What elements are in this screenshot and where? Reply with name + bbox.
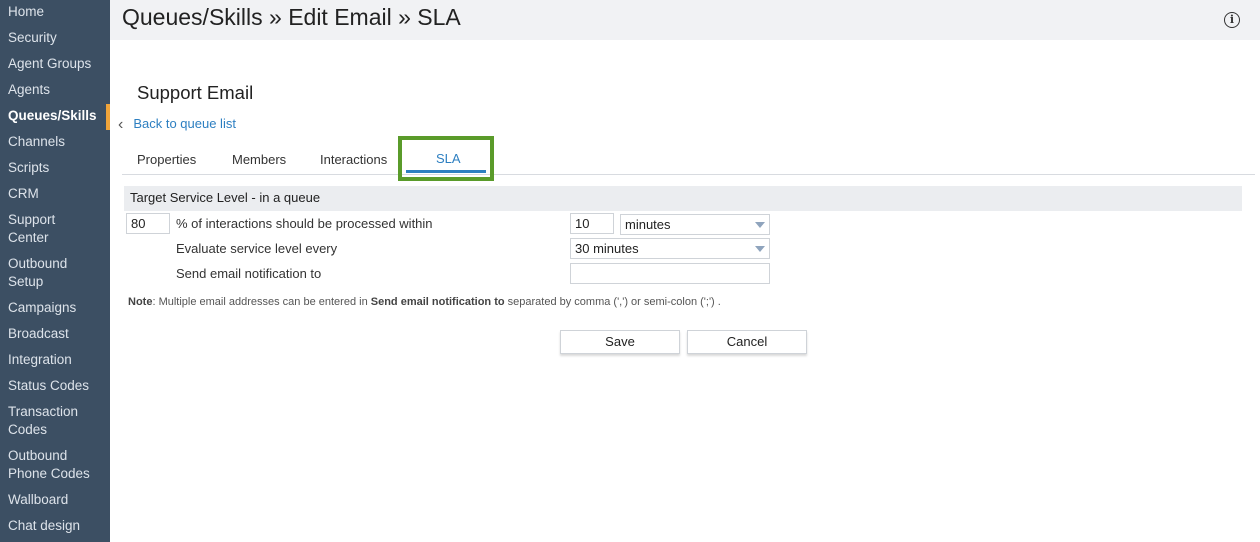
- sidebar-item-queues-skills[interactable]: Queues/Skills: [0, 107, 110, 125]
- chevron-down-icon: [755, 246, 765, 252]
- chevron-left-icon: ‹: [118, 116, 124, 133]
- sidebar-item-agents[interactable]: Agents: [0, 81, 110, 99]
- tab-sla-label: SLA: [436, 151, 461, 166]
- time-unit-select[interactable]: minutes: [620, 214, 770, 235]
- percent-label: % of interactions should be processed wi…: [176, 216, 433, 231]
- tab-sla[interactable]: SLA: [398, 136, 494, 181]
- notify-label: Send email notification to: [176, 266, 322, 281]
- save-button[interactable]: Save: [560, 330, 680, 354]
- sidebar-item-transaction-codes[interactable]: Transaction Codes: [0, 403, 110, 439]
- active-tab-indicator: [406, 170, 486, 173]
- sidebar-item-chat-design[interactable]: Chat design: [0, 517, 110, 535]
- sidebar-item-label: Transaction: [8, 404, 79, 419]
- note-text-part: : Multiple email addresses can be entere…: [152, 296, 371, 308]
- sidebar-item-security[interactable]: Security: [0, 29, 110, 47]
- time-unit-value: minutes: [625, 217, 671, 232]
- time-value-input[interactable]: 10: [570, 213, 614, 234]
- back-to-queue-list-link[interactable]: ‹ Back to queue list: [118, 116, 236, 134]
- evaluate-interval-select[interactable]: 30 minutes: [570, 238, 770, 259]
- sidebar-item-integration[interactable]: Integration: [0, 351, 110, 369]
- note-text: Note: Multiple email addresses can be en…: [128, 296, 721, 308]
- notify-email-input[interactable]: [570, 263, 770, 284]
- section-title: Target Service Level - in a queue: [130, 190, 321, 205]
- sidebar-item-wallboard[interactable]: Wallboard: [0, 491, 110, 509]
- sidebar-item-label: Codes: [8, 422, 48, 437]
- note-text-part: separated by comma (',') or semi-colon (…: [504, 296, 721, 308]
- chevron-down-icon: [755, 222, 765, 228]
- evaluate-label: Evaluate service level every: [176, 241, 338, 256]
- sidebar-item-outbound-phone-codes[interactable]: Outbound Phone Codes: [0, 447, 110, 483]
- cancel-button[interactable]: Cancel: [687, 330, 807, 354]
- note-prefix: Note: [128, 296, 153, 308]
- tab-bar: Properties Members Interactions SLA: [122, 136, 1255, 181]
- tab-interactions[interactable]: Interactions: [320, 152, 387, 167]
- page-title: Queues/Skills » Edit Email » SLA: [122, 4, 461, 30]
- info-icon[interactable]: i: [1224, 12, 1240, 28]
- section-header: Target Service Level - in a queue: [124, 186, 1242, 211]
- tab-properties[interactable]: Properties: [137, 152, 196, 167]
- back-link-label: Back to queue list: [133, 116, 236, 131]
- sidebar-item-outbound-setup[interactable]: Outbound Setup: [0, 255, 110, 291]
- percent-input[interactable]: 80: [126, 213, 170, 234]
- sidebar-item-support-center[interactable]: Support Center: [0, 211, 110, 247]
- sidebar-item-campaigns[interactable]: Campaigns: [0, 299, 110, 317]
- entity-name: Support Email: [137, 82, 254, 103]
- tab-members[interactable]: Members: [232, 152, 286, 167]
- main-content: Support Email ‹ Back to queue list Proper…: [110, 40, 1260, 542]
- sidebar-item-label: Center: [8, 230, 49, 245]
- sidebar-item-label: Outbound: [8, 448, 68, 463]
- evaluate-interval-value: 30 minutes: [575, 241, 639, 256]
- sidebar-item-broadcast[interactable]: Broadcast: [0, 325, 110, 343]
- sidebar-item-status-codes[interactable]: Status Codes: [0, 377, 110, 395]
- sidebar-item-scripts[interactable]: Scripts: [0, 159, 110, 177]
- sidebar-item-home[interactable]: Home: [0, 3, 110, 21]
- sidebar-item-channels[interactable]: Channels: [0, 133, 110, 151]
- sidebar-item-label: Phone Codes: [8, 466, 90, 481]
- sidebar-item-label: Support: [8, 212, 56, 227]
- sidebar-item-label: Outbound: [8, 256, 68, 271]
- sidebar-item-crm[interactable]: CRM: [0, 185, 110, 203]
- sidebar-item-label: Setup: [8, 274, 44, 289]
- sidebar-nav: Home Security Agent Groups Agents Queues…: [0, 0, 110, 542]
- page-header: Queues/Skills » Edit Email » SLA i: [110, 0, 1260, 40]
- sidebar-item-agent-groups[interactable]: Agent Groups: [0, 55, 110, 73]
- note-field-name: Send email notification to: [370, 296, 505, 308]
